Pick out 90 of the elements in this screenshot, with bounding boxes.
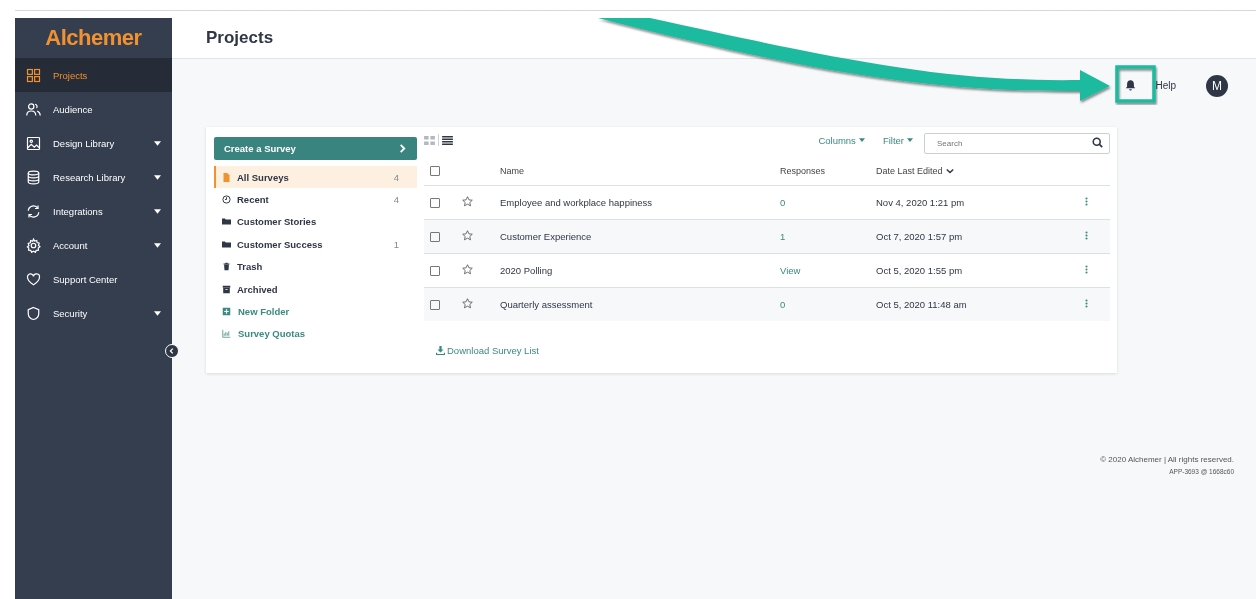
folder-item[interactable]: Archived [214,277,417,301]
shield-icon [26,305,41,321]
caret-icon [858,138,865,142]
bell-icon [1123,79,1137,92]
more-options-icon[interactable] [1085,265,1088,274]
folder-icon [222,239,231,249]
nav-item[interactable]: Security [15,296,172,330]
download-icon [436,346,445,355]
nav-item[interactable]: Account [15,228,172,262]
star-icon[interactable] [462,298,473,309]
folder-action-link[interactable]: New Folder [214,300,417,323]
folder-icon [222,217,231,227]
nav-item[interactable]: Integrations [15,194,172,228]
sync-icon [26,203,41,219]
row-checkbox[interactable] [430,198,440,209]
folder-count: 1 [393,238,399,250]
chevron-left-icon [168,347,176,355]
folder-count: 4 [393,171,399,183]
select-all-checkbox[interactable] [430,166,440,177]
page-title: Projects [206,28,274,48]
star-icon[interactable] [462,230,473,241]
date-cell: Oct 5, 2020 1:55 pm [875,253,1084,288]
folder-item[interactable]: Recent 4 [214,188,417,211]
more-options-icon[interactable] [1085,197,1088,206]
list-view-icon[interactable] [442,135,453,145]
nav-item[interactable]: Audience [15,92,172,126]
survey-name[interactable]: 2020 Polling [499,253,779,288]
column-header[interactable]: Date Last Edited [876,166,954,176]
help-link[interactable]: Help [1155,80,1176,91]
folder-item[interactable]: Trash [214,255,417,278]
nav-item[interactable]: Research Library [15,160,172,194]
row-checkbox[interactable] [430,300,440,311]
copyright-text: © 2020 Alchemer | All rights reserved. [1099,455,1234,464]
more-options-icon[interactable] [1085,299,1088,308]
nav-item[interactable]: Projects [15,58,172,92]
folder-item[interactable]: Customer Success 1 [214,233,417,256]
download-link[interactable]: Download Survey List [436,345,539,356]
trash-icon [222,262,231,272]
logo[interactable]: Alchemer [15,18,172,58]
highlight-box [1115,65,1156,103]
folder-label: Customer Stories [237,216,318,228]
nav-item[interactable]: Support Center [15,262,172,296]
responses-link[interactable]: View [779,253,875,288]
caret-icon [907,138,913,142]
columns-dropdown[interactable]: Columns [818,134,865,146]
column-header: Responses [779,157,875,186]
plus-icon [222,307,231,317]
survey-name[interactable]: Employee and workplace happiness [499,185,779,220]
date-cell: Oct 5, 2020 11:48 am [875,287,1084,321]
clock-icon [222,195,231,205]
column-header: Name [499,157,779,186]
folder-count: 4 [393,194,399,206]
star-icon[interactable] [462,196,473,207]
responses-link[interactable]: 1 [779,219,875,254]
folder-item[interactable]: Customer Stories [214,210,417,234]
image-icon [26,135,41,151]
star-icon[interactable] [462,264,473,275]
create-survey-button[interactable]: Create a Survey [214,137,417,160]
date-cell: Oct 7, 2020 1:57 pm [875,219,1084,254]
search-icon[interactable] [1092,136,1103,148]
chevron-down-icon [945,168,954,174]
survey-name[interactable]: Customer Experience [499,219,779,254]
date-cell: Nov 4, 2020 1:21 pm [875,185,1084,220]
archive-icon [222,284,231,294]
row-checkbox[interactable] [430,266,440,277]
file-icon [222,172,231,182]
chevron-right-icon [398,144,407,153]
responses-link[interactable]: 0 [779,185,875,220]
collapse-button[interactable] [165,344,179,358]
more-options-icon[interactable] [1085,231,1088,240]
folder-label: Trash [237,261,264,273]
folder-label: All Surveys [237,171,290,183]
survey-name[interactable]: Quarterly assessment [499,287,779,321]
database-icon [26,169,41,185]
folder-label: Archived [237,283,279,295]
bar-chart-icon [222,329,231,339]
user-avatar[interactable]: M [1206,74,1228,97]
grid-icon [26,67,41,83]
gear-icon [26,237,41,253]
search-field[interactable]: Search [924,132,1110,154]
filter-dropdown[interactable]: Filter [882,134,913,146]
folder-item[interactable]: All Surveys 4 [214,166,417,189]
folder-action-link[interactable]: Survey Quotas [214,322,417,346]
folder-label: Customer Success [237,238,324,250]
heart-icon [26,271,41,287]
nav-item[interactable]: Design Library [15,126,172,160]
row-checkbox[interactable] [430,232,440,243]
people-icon [26,101,41,117]
responses-link[interactable]: 0 [779,287,875,321]
folder-label: Recent [237,194,270,206]
